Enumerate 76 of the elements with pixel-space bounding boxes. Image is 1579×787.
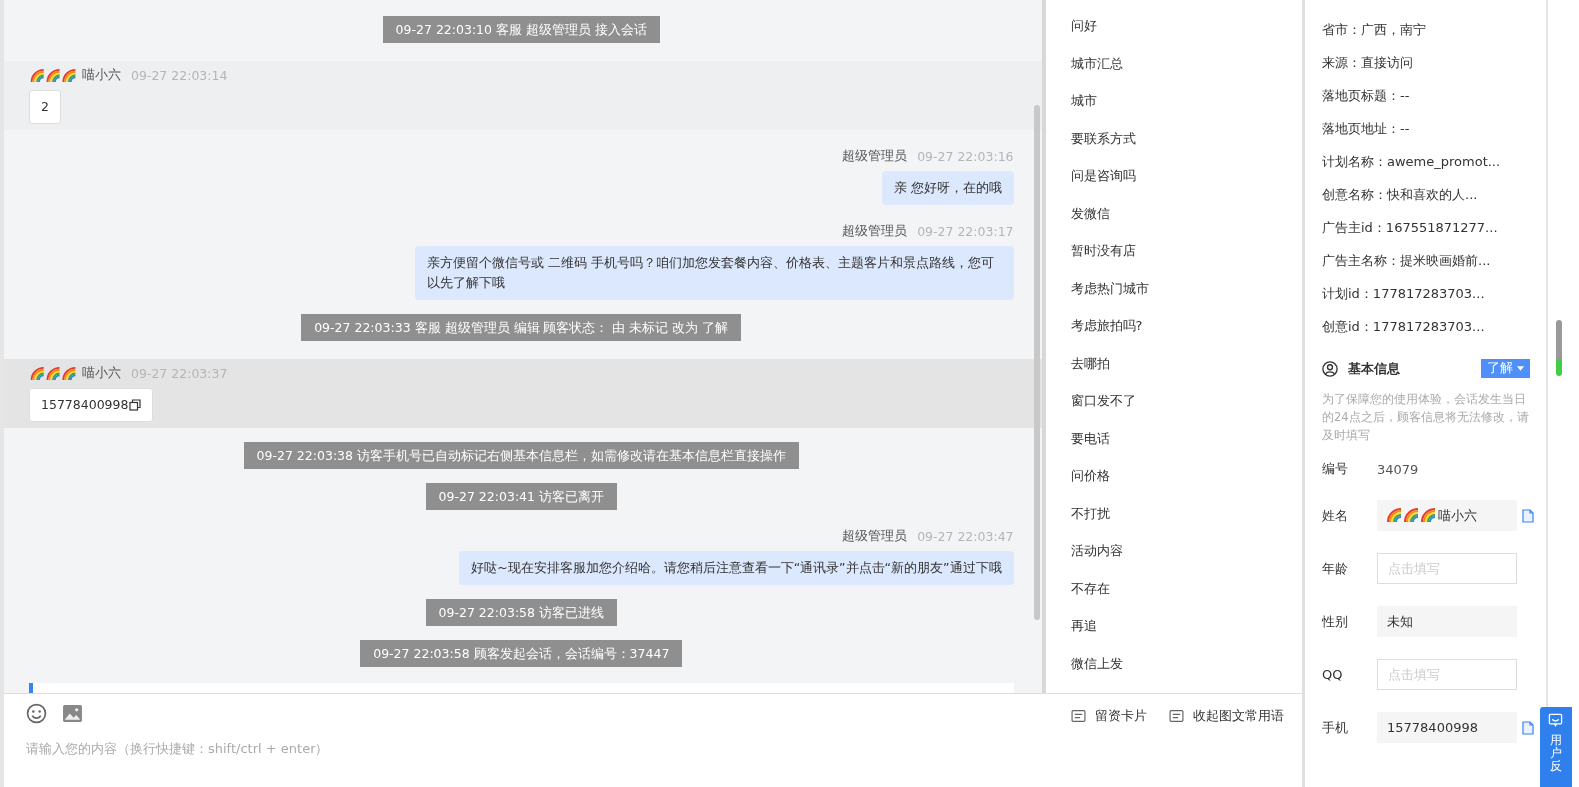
emoji-icon[interactable]	[26, 703, 47, 724]
phrase-item[interactable]: 考虑热门城市	[1070, 278, 1302, 299]
phrase-item[interactable]: 要联系方式	[1070, 128, 1302, 149]
field-label: 年龄	[1322, 559, 1349, 578]
feedback-button[interactable]: 用户反	[1539, 707, 1572, 787]
phrase-item[interactable]: 问是咨询吗	[1070, 166, 1302, 186]
info-field: 来源：直接访问	[1322, 53, 1546, 73]
rainbow-icon	[1404, 508, 1419, 523]
system-notice: 09-27 22:03:58 顾客发起会话，会话编号：37447	[360, 640, 683, 667]
sender-name: 超级管理员	[842, 148, 908, 165]
info-field: 省市：广西，南宁	[1322, 20, 1546, 40]
message-input[interactable]: 请输入您的内容（换行快捷键：shift/ctrl + enter）	[26, 741, 626, 756]
toolbar-button[interactable]: 留资卡片	[1071, 708, 1147, 725]
info-field: 广告主id：167551871277...	[1322, 218, 1546, 238]
sender-name: 喵小六	[82, 365, 121, 382]
rainbow-icon	[1421, 508, 1436, 523]
phrase-item[interactable]: 窗口发不了	[1070, 391, 1302, 411]
field-label: 手机	[1322, 718, 1349, 737]
phrase-item[interactable]: 不存在	[1070, 578, 1302, 599]
phrase-item[interactable]: 考虑旅拍吗?	[1070, 316, 1302, 336]
message-bubble: 亲方便留个微信号或 二维码 手机号吗？咱们加您发套餐内容、价格表、主题客片和景点路线，您可以先了解下哦	[414, 246, 1014, 300]
notice-text: 为了保障您的使用体验，会话发生当日的24点之后，顾客信息将无法修改，请及时填写	[1322, 391, 1530, 444]
copy-icon[interactable]	[129, 399, 142, 411]
note-icon[interactable]	[1071, 709, 1086, 724]
message-time: 09-27 22:03:16	[917, 149, 1014, 164]
message-time: 09-27 22:03:17	[917, 224, 1014, 239]
phrase-item[interactable]: 城市汇总	[1070, 53, 1302, 74]
sender-name: 喵小六	[82, 67, 121, 84]
scrollbar-thumb[interactable]	[1033, 105, 1040, 620]
system-notice: 09-27 22:03:58 访客已进线	[425, 599, 617, 626]
readonly-field: 15778400998	[1377, 712, 1535, 743]
system-notice: 09-27 22:03:10 客服 超级管理员 接入会话	[382, 16, 660, 43]
info-field: 落地页标题：--	[1322, 86, 1546, 106]
scrollbar-thumb[interactable]	[1555, 320, 1562, 376]
phrase-item[interactable]: 活动内容	[1070, 541, 1302, 561]
info-field: 广告主名称：提米映画婚前...	[1322, 251, 1546, 271]
field-label: 性别	[1322, 612, 1349, 631]
phrase-item[interactable]: 要电话	[1070, 428, 1302, 449]
info-field: 计划名称：aweme_promot...	[1322, 152, 1546, 172]
system-notice: 09-27 22:03:38 访客手机号已自动标记右侧基本信息栏，如需修改请在基本信息栏直接操作	[243, 442, 799, 469]
phrase-item[interactable]: 微信上发	[1070, 653, 1302, 674]
message-time: 09-27 22:03:47	[917, 529, 1014, 544]
phrase-item[interactable]: 不打扰	[1070, 503, 1302, 524]
sender-name: 超级管理员	[842, 528, 908, 545]
info-field: 落地页地址：--	[1322, 119, 1546, 139]
sender-name: 超级管理员	[842, 223, 908, 240]
message-bubble: 好哒~现在安排客服加您介绍哈。请您稍后注意查看一下“通讯录”并点击“新的朋友”通过下哦	[459, 551, 1014, 585]
image-icon[interactable]	[62, 703, 83, 724]
field-value: 34079	[1377, 461, 1419, 477]
phrase-item[interactable]: 发微信	[1070, 203, 1302, 224]
phrase-item[interactable]: 城市	[1070, 91, 1302, 111]
field-label: 编号	[1322, 460, 1349, 478]
note-icon[interactable]	[1169, 709, 1184, 724]
info-field: 创意名称：快和喜欢的人...	[1322, 185, 1546, 205]
readonly-field: 喵小六	[1377, 500, 1535, 531]
message-bubble: 15778400998	[29, 388, 154, 422]
section-title: 基本信息	[1348, 359, 1400, 378]
message-time: 09-27 22:03:14	[131, 68, 228, 83]
toolbar-button[interactable]: 收起图文常用语	[1169, 708, 1284, 725]
system-notice: 09-27 22:03:41 访客已离开	[425, 483, 617, 510]
field-label: 姓名	[1322, 506, 1349, 525]
field-label: QQ	[1322, 667, 1344, 682]
phrase-item[interactable]: 问价格	[1070, 466, 1302, 486]
rainbow-icon	[1387, 508, 1402, 523]
system-notice: 09-27 22:03:33 客服 超级管理员 编辑 顾客状态： 由 未标记 改为 了解	[301, 314, 742, 341]
message-bubble: 亲 您好呀，在的哦	[881, 171, 1014, 205]
phrase-item[interactable]: 暂时没有店	[1070, 241, 1302, 261]
user-icon	[1322, 360, 1338, 377]
message-bubble: 2	[29, 90, 61, 124]
phrase-item[interactable]: 问好	[1070, 16, 1302, 36]
info-field: 计划id：177817283703...	[1322, 284, 1546, 304]
phrase-item[interactable]: 再追	[1070, 616, 1302, 636]
info-field: 创意id：177817283703...	[1322, 317, 1546, 337]
chat-bubble-icon[interactable]	[1548, 713, 1563, 728]
phrase-item[interactable]: 去哪拍	[1070, 353, 1302, 374]
caret-icon[interactable]	[1516, 366, 1524, 371]
